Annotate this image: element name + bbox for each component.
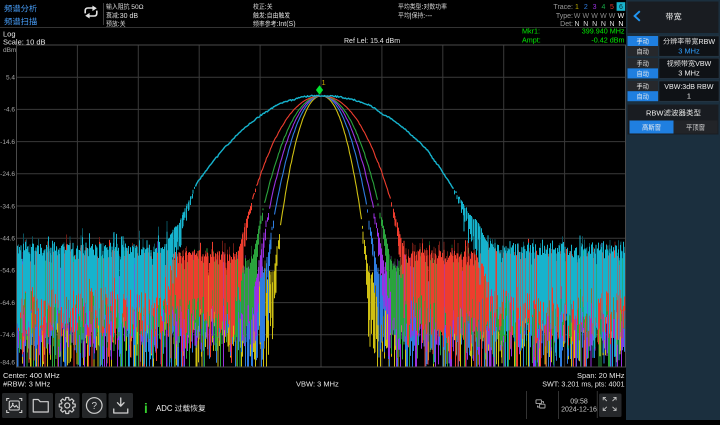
svg-text:3: 3 [593,4,597,11]
svg-text:-74.6: -74.6 [0,332,15,339]
svg-text:RBW: RBW [699,38,716,46]
svg-text:3 MHz: 3 MHz [678,47,700,56]
svg-text:-44.6: -44.6 [0,236,15,243]
svg-text:W: W [574,13,581,20]
svg-text:i: i [144,401,148,416]
svg-text::30 dB: :30 dB [118,13,139,20]
svg-text:W: W [600,13,607,20]
svg-text:4: 4 [601,4,605,11]
svg-text:Type:: Type: [556,13,573,20]
svg-text:-64.6: -64.6 [0,300,15,307]
svg-text:ADC: ADC [156,404,173,413]
svg-text:Ref Lel: 15.4 dBm: Ref Lel: 15.4 dBm [344,38,400,45]
svg-text:Mkr1:: Mkr1: [522,27,540,36]
svg-text:2024-12-16: 2024-12-16 [561,406,597,413]
svg-text:-54.6: -54.6 [0,268,15,275]
svg-text:5: 5 [610,4,614,11]
svg-text:3 MHz: 3 MHz [678,69,700,78]
svg-text:RBW: RBW [646,109,664,118]
svg-text:2: 2 [584,4,588,11]
svg-text:VBW:3dB RBW: VBW:3dB RBW [664,83,713,91]
svg-text:-4.6: -4.6 [4,107,16,114]
svg-text:-84.6: -84.6 [0,360,15,367]
svg-text:#RBW: 3 MHz: #RBW: 3 MHz [3,380,51,389]
svg-text:VBW: VBW [695,60,711,68]
svg-text:SWT: 3.201 ms, pts: 4001: SWT: 3.201 ms, pts: 4001 [542,380,624,389]
svg-text:W: W [609,13,616,20]
svg-text:-14.6: -14.6 [0,139,15,146]
svg-text:?: ? [91,401,97,412]
svg-text:VBW: 3 MHz: VBW: 3 MHz [296,380,339,389]
svg-text::---: :--- [423,13,433,20]
svg-text:|: | [410,13,412,20]
svg-text:-24.6: -24.6 [0,171,15,178]
svg-text:399.940 MHz: 399.940 MHz [582,27,625,36]
svg-text:-34.6: -34.6 [0,203,15,210]
svg-text:1: 1 [575,4,579,11]
svg-text:50Ω: 50Ω [131,4,143,11]
svg-text:6: 6 [619,4,623,11]
svg-text:Ampt:: Ampt: [522,36,541,45]
svg-text:W: W [591,13,598,20]
svg-text::: : [265,4,267,11]
svg-text:Trace:: Trace: [553,4,573,11]
svg-text:1: 1 [322,78,326,87]
svg-text:1: 1 [687,92,691,101]
svg-text:W: W [582,13,589,20]
svg-text:-0.42 dBm: -0.42 dBm [591,36,624,45]
svg-text:W: W [618,13,625,20]
svg-text:5.4: 5.4 [6,75,15,82]
svg-text::: : [422,4,424,11]
svg-text:09:58: 09:58 [570,398,588,405]
svg-text:dBm: dBm [3,47,16,54]
svg-text::: : [265,13,267,20]
